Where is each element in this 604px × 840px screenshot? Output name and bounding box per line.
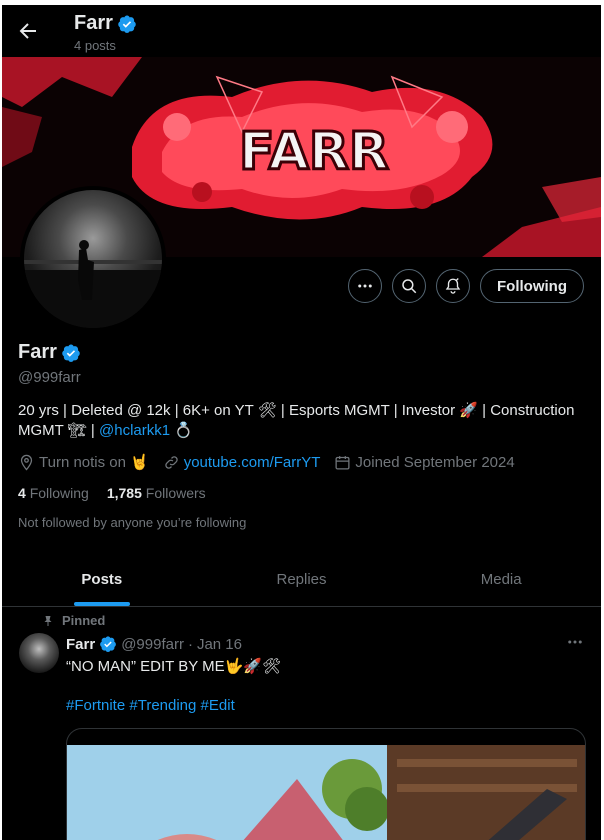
top-bar: Farr 4 posts: [2, 5, 601, 57]
tweet-author-name[interactable]: Farr: [66, 636, 95, 653]
follow-stats: 4 Following 1,785 Followers: [18, 485, 206, 501]
tweet-more-icon[interactable]: [566, 633, 584, 651]
crane-emoji: 🏗: [67, 422, 87, 439]
search-profile-button[interactable]: [392, 269, 427, 303]
hashtag-trending[interactable]: #Trending: [129, 697, 196, 714]
tweet-body: “NO MAN” EDIT BY ME: [66, 658, 225, 675]
bio-text-4: |: [86, 422, 99, 439]
pinned-indicator: Pinned: [42, 613, 105, 628]
post-count: 4 posts: [74, 38, 116, 53]
link-icon: [164, 455, 178, 469]
website-link[interactable]: youtube.com/FarrYT: [184, 454, 321, 471]
tweet-handle[interactable]: @999farr: [121, 636, 184, 653]
tweet-header: Farr @999farr · Jan 16: [66, 635, 242, 653]
followers-link[interactable]: 1,785 Followers: [107, 485, 206, 501]
tweet-emojis: 🤟🚀🛠: [224, 658, 282, 675]
search-icon: [402, 279, 417, 294]
tweet-date[interactable]: Jan 16: [197, 636, 242, 653]
not-followed-note: Not followed by anyone you’re following: [18, 515, 247, 530]
profile-name: Farr: [18, 341, 81, 364]
calendar-icon: [335, 455, 350, 470]
tweet-text: “NO MAN” EDIT BY ME🤟🚀🛠: [66, 657, 281, 675]
bio-text-2: | Esports MGMT | Investor: [276, 402, 460, 419]
tab-media[interactable]: Media: [401, 553, 601, 606]
more-button[interactable]: [348, 269, 383, 303]
profile-meta: Turn notis on 🤘 youtube.com/FarrYT Joined…: [18, 453, 515, 471]
verified-badge-icon: [118, 15, 136, 33]
tweet-avatar[interactable]: [19, 633, 59, 673]
rocket-emoji: 🚀: [459, 402, 478, 419]
tweet-hashtags: #Fortnite #Trending #Edit: [66, 697, 235, 714]
following-count: 4: [18, 485, 26, 501]
notification-bell-icon: [445, 278, 461, 294]
followers-label: Followers: [145, 485, 206, 501]
profile-bio: 20 yrs | Deleted @ 12k | 6K+ on YT 🛠 | E…: [18, 401, 588, 441]
following-label: Following: [29, 485, 89, 501]
bio-text-1: 20 yrs | Deleted @ 12k | 6K+ on YT: [18, 402, 258, 419]
location-text: Turn notis on: [39, 453, 126, 471]
profile-handle: @999farr: [18, 369, 81, 386]
bio-mention-link[interactable]: @hclarkk1: [99, 422, 170, 439]
ring-emoji: 💍: [174, 422, 193, 439]
location-icon: [20, 454, 33, 471]
followers-count: 1,785: [106, 485, 142, 501]
banner-logo-text: FARR: [239, 122, 389, 182]
avatar-photo: [24, 240, 162, 328]
tab-posts[interactable]: Posts: [2, 553, 202, 606]
joined-text: Joined September 2024: [355, 453, 515, 471]
location-item: Turn notis on 🤘: [18, 453, 149, 471]
rock-hand-emoji: 🤘: [130, 454, 149, 471]
profile-display-name: Farr: [18, 341, 57, 363]
more-icon: [358, 284, 372, 288]
following-button[interactable]: Following: [480, 269, 584, 303]
joined-item: Joined September 2024: [334, 453, 515, 471]
tab-replies[interactable]: Replies: [202, 553, 402, 606]
media-thumbnail: [67, 745, 585, 840]
hashtag-edit[interactable]: #Edit: [201, 697, 235, 714]
notifications-button[interactable]: [436, 269, 471, 303]
profile-actions: Following: [348, 269, 584, 303]
pinned-label: Pinned: [62, 613, 106, 628]
profile-tabs: Posts Replies Media: [2, 553, 601, 607]
tweet-media[interactable]: [66, 728, 586, 840]
header-name: Farr: [74, 12, 113, 34]
following-link[interactable]: 4 Following: [18, 485, 89, 501]
tools-emoji: 🛠: [257, 402, 277, 419]
back-arrow-icon[interactable]: [16, 19, 40, 43]
website-item[interactable]: youtube.com/FarrYT: [163, 454, 321, 471]
profile-avatar[interactable]: [20, 186, 166, 332]
verified-badge-icon: [100, 636, 117, 653]
pin-icon: [44, 615, 52, 626]
hashtag-fortnite[interactable]: #Fortnite: [66, 697, 125, 714]
verified-badge-icon[interactable]: [61, 343, 81, 363]
tweet-separator: ·: [187, 635, 193, 653]
header-title: Farr: [74, 12, 137, 35]
profile-page: Farr 4 posts FARR Following Farr @999far…: [2, 5, 601, 840]
